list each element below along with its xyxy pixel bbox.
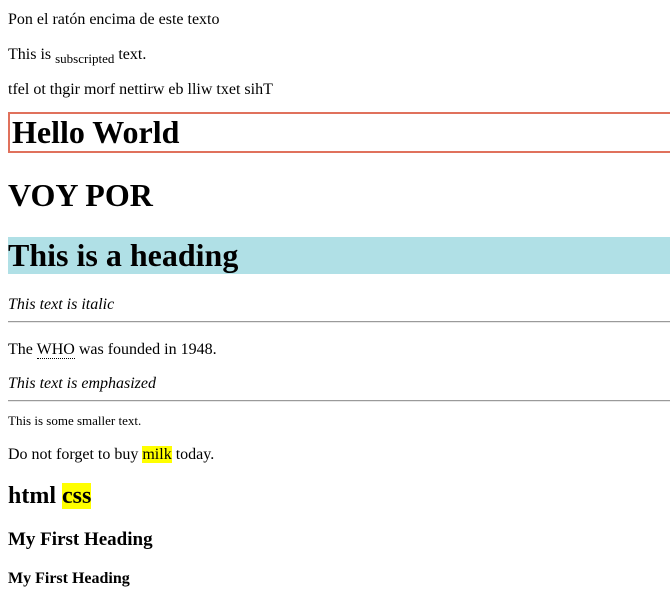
subscript-after: text. (114, 46, 147, 63)
subscript-text: subscripted (55, 51, 115, 67)
html-css-plain: html (8, 483, 62, 509)
voy-por-heading: VOY POR (8, 177, 153, 213)
hover-text: Pon el ratón encima de este texto (8, 11, 220, 28)
divider-2 (8, 400, 670, 402)
reversed-text: tfel ot thgir morf nettirw eb lliw txet … (8, 81, 273, 98)
subscript-before: This is (8, 46, 56, 63)
first-heading-small: My First Heading (8, 570, 130, 587)
page: Pon el ratón encima de este texto This i… (0, 0, 670, 610)
who-after: was founded in 1948. (74, 341, 217, 358)
css-highlight: css (62, 483, 92, 509)
first-heading-large: My First Heading (8, 529, 153, 550)
who-abbreviation[interactable]: WHO (36, 341, 75, 359)
html-css-heading: html css (8, 482, 670, 510)
milk-highlight: milk (142, 446, 172, 463)
emphasized-text: This text is emphasized (8, 375, 156, 392)
smaller-text: This is some smaller text. (8, 413, 142, 428)
italic-text: This text is italic (8, 296, 115, 313)
subscript-paragraph: This is subscripted text. (8, 45, 670, 67)
hello-world-heading: Hello World (8, 112, 670, 153)
divider-1 (8, 321, 670, 323)
milk-paragraph: Do not forget to buy milk today. (8, 445, 670, 464)
who-paragraph: The WHO was founded in 1948. (8, 340, 670, 359)
milk-after: today. (171, 446, 215, 463)
highlighted-heading: This is a heading (8, 237, 670, 274)
who-before: The (8, 341, 37, 358)
milk-before: Do not forget to buy (8, 446, 143, 463)
